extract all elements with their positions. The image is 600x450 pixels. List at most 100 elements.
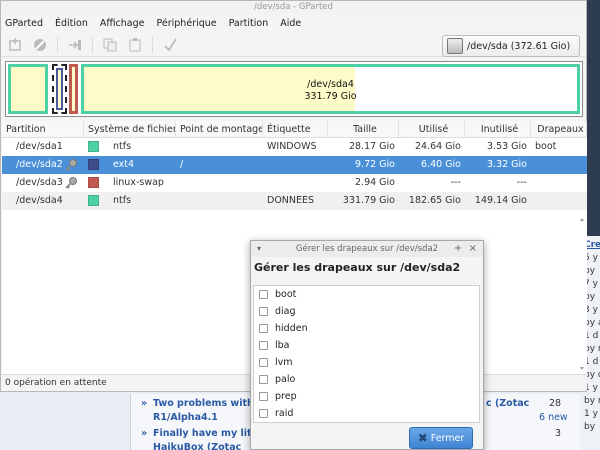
dialog-heading: Gérer les drapeaux sur /dev/sda2 <box>254 261 461 274</box>
menu-affichage[interactable]: Affichage <box>100 18 145 29</box>
fs-color-swatch <box>88 141 99 152</box>
table-row[interactable]: /dev/sda3 linux-swap 2.94 Gio --- --- <box>2 174 587 192</box>
flag-item-boot[interactable]: boot <box>254 286 479 303</box>
device-selector[interactable]: /dev/sda (372.61 Gio) <box>442 35 580 57</box>
menu-edition[interactable]: Édition <box>55 18 88 29</box>
cell-size: 9.72 Gio <box>355 159 395 170</box>
checkbox[interactable] <box>259 307 268 316</box>
col-unused[interactable]: Inutilisé <box>465 121 531 137</box>
col-size[interactable]: Taille <box>328 121 399 137</box>
dialog-titlebar: ▾ Gérer les drapeaux sur /dev/sda2 + × <box>251 241 483 257</box>
toolbar-separator <box>57 36 58 53</box>
checkbox[interactable] <box>259 375 268 384</box>
cell-mount <box>176 138 263 156</box>
copy-icon[interactable] <box>102 37 118 53</box>
table-row[interactable]: /dev/sda4 ntfs DONNEES 331.79 Gio 182.65 Gio… <box>2 192 587 210</box>
cell-filesystem: linux-swap <box>84 174 176 192</box>
checkbox[interactable] <box>259 409 268 418</box>
new-partition-icon[interactable] <box>7 37 23 53</box>
map-segment-sda1[interactable] <box>8 64 48 114</box>
flag-item-prep[interactable]: prep <box>254 388 479 405</box>
flag-item-palo[interactable]: palo <box>254 371 479 388</box>
dialog-menu-icon[interactable]: ▾ <box>257 241 261 257</box>
forum-topic-new[interactable]: 6 new <box>539 412 568 423</box>
checkbox[interactable] <box>259 392 268 401</box>
device-selector-value: /dev/sda (372.61 Gio) <box>467 40 571 52</box>
map-segment-label: /dev/sda4 331.79 Gio <box>84 79 577 103</box>
resize-move-icon[interactable] <box>67 37 83 53</box>
cell-partition: /dev/sda3 <box>2 174 84 192</box>
partition-map: /dev/sda4 331.79 Gio <box>5 61 583 117</box>
cell-mount: / <box>180 159 184 170</box>
forum-topic-link[interactable]: Two problems with <box>153 398 254 409</box>
paste-icon[interactable] <box>127 37 143 53</box>
flags-dialog: ▾ Gérer les drapeaux sur /dev/sda2 + × G… <box>250 240 484 450</box>
col-flags[interactable]: Drapeaux <box>531 121 587 137</box>
cell-size: 28.17 Gio <box>348 141 395 152</box>
table-header: Partition Système de fichiers Point de m… <box>2 121 587 138</box>
checkbox[interactable] <box>259 290 268 299</box>
key-icon <box>64 158 78 172</box>
flag-item-hidden[interactable]: hidden <box>254 320 479 337</box>
table-row[interactable]: /dev/sda2 ext4 / 9.72 Gio 6.40 Gio 3.32 Gio <box>2 156 587 174</box>
col-filesystem[interactable]: Système de fichiers <box>84 121 176 137</box>
col-label[interactable]: Étiquette <box>263 121 328 137</box>
scrollbar[interactable] <box>578 217 586 373</box>
dialog-title: Gérer les drapeaux sur /dev/sda2 <box>295 244 439 254</box>
menu-aide[interactable]: Aide <box>280 18 301 29</box>
cell-used: 6.40 Gio <box>421 159 461 170</box>
window-title: /dev/sda - GParted <box>1 1 586 14</box>
cell-flags <box>531 192 587 210</box>
forum-topic-link-cont[interactable]: R1/Alpha4.1 <box>153 412 218 423</box>
flag-label: diag <box>275 306 296 317</box>
checkbox[interactable] <box>259 324 268 333</box>
col-used[interactable]: Utilisé <box>399 121 465 137</box>
checkbox[interactable] <box>259 358 268 367</box>
flag-list: boot diag hidden lba lvm palo prep raid <box>253 285 480 423</box>
flag-label: hidden <box>275 323 308 334</box>
flag-item-lvm[interactable]: lvm <box>254 354 479 371</box>
close-button-label: Fermer <box>430 432 465 444</box>
table-row[interactable]: /dev/sda1 ntfs WINDOWS 28.17 Gio 24.64 Gio 3.… <box>2 138 587 156</box>
map-segment-size: 331.79 Gio <box>304 91 357 102</box>
background-snippet: 1 y <box>584 409 598 419</box>
menubar: GParted Édition Affichage Périphérique P… <box>1 14 586 33</box>
delete-icon[interactable] <box>32 37 48 53</box>
flag-item-diag[interactable]: diag <box>254 303 479 320</box>
col-mount[interactable]: Point de montage <box>176 121 263 137</box>
cell-label <box>263 156 328 174</box>
forum-topic-link-cont[interactable]: HaikuBox (Zotac <box>153 442 241 450</box>
close-icon: ✖ <box>417 431 428 445</box>
flag-item-lba[interactable]: lba <box>254 337 479 354</box>
disk-icon <box>447 38 463 54</box>
cell-filesystem: ntfs <box>84 192 176 210</box>
cell-label <box>263 174 328 192</box>
apply-check-icon[interactable] <box>162 37 178 53</box>
forum-topic-link[interactable]: Finally have my litt <box>153 428 256 439</box>
cell-used: --- <box>450 177 461 188</box>
close-button[interactable]: ✖ Fermer <box>409 427 473 449</box>
fs-color-swatch <box>88 195 99 206</box>
col-partition[interactable]: Partition <box>2 121 84 137</box>
flag-item-raid[interactable]: raid <box>254 405 479 422</box>
dialog-window-controls[interactable]: + × <box>454 241 477 257</box>
cell-used: 24.64 Gio <box>414 141 461 152</box>
bullet-icon: » <box>141 428 148 439</box>
cell-mount <box>176 192 263 210</box>
checkbox[interactable] <box>259 341 268 350</box>
cell-flags <box>531 174 587 192</box>
forum-topic-count: 28 <box>549 398 562 409</box>
fs-color-swatch <box>88 159 99 170</box>
map-segment-sda4[interactable]: /dev/sda4 331.79 Gio <box>81 64 580 114</box>
cell-used: 182.65 Gio <box>408 195 461 206</box>
map-segment-sda3[interactable] <box>69 64 78 114</box>
flag-label: palo <box>275 374 296 385</box>
flag-label: prep <box>275 391 297 402</box>
menu-peripherique[interactable]: Périphérique <box>157 18 217 29</box>
key-icon <box>64 176 78 190</box>
menu-gparted[interactable]: GParted <box>5 18 43 29</box>
map-segment-name: /dev/sda4 <box>307 79 354 90</box>
map-segment-sda2[interactable] <box>52 64 67 114</box>
forum-topic-extra[interactable]: c (Zotac <box>486 398 529 409</box>
menu-partition[interactable]: Partition <box>229 18 269 29</box>
